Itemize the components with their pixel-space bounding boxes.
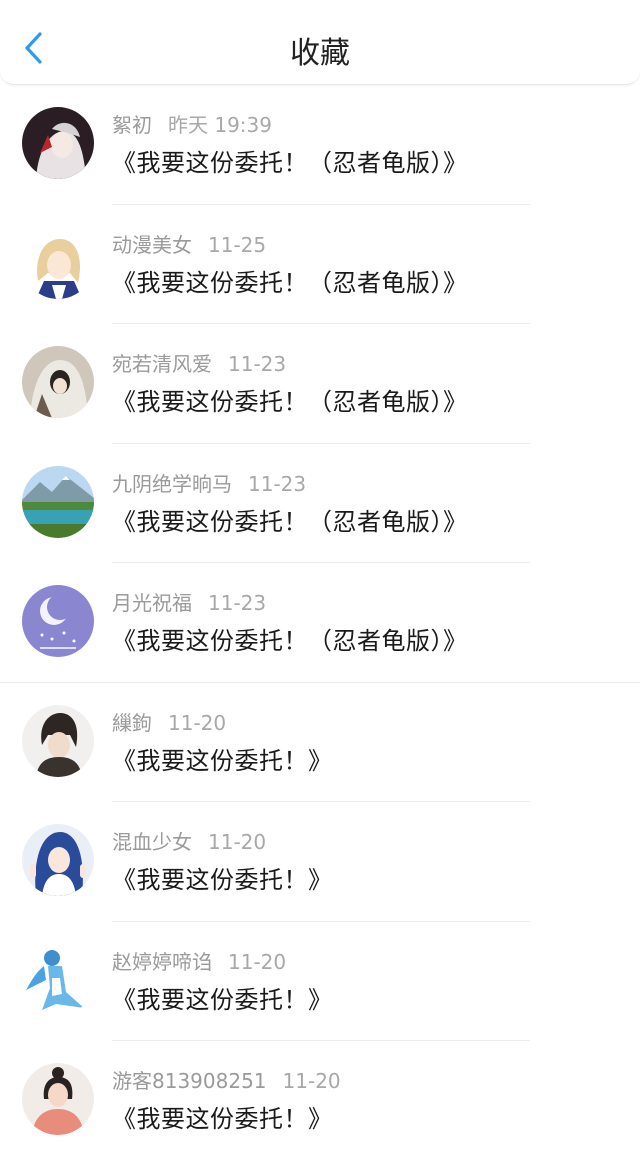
favorite-item[interactable]: 絮初 昨天 19:39 《我要这份委托！（忍者龟版）》 (0, 85, 640, 205)
avatar[interactable] (22, 226, 94, 299)
username[interactable]: 宛若清风爱 (112, 352, 212, 376)
favorite-title[interactable]: 《我要这份委托！》 (112, 980, 333, 1015)
favorite-title[interactable]: 《我要这份委托！（忍者龟版）》 (112, 502, 468, 537)
favorite-item[interactable]: 游客813908251 11-20 《我要这份委托！》 (0, 1041, 640, 1161)
username[interactable]: 赵婷婷啼诌 (112, 950, 212, 974)
favorite-item[interactable]: 动漫美女 11-25 《我要这份委托！（忍者龟版）》 (0, 205, 640, 324)
timestamp: 11-23 (228, 352, 287, 376)
favorite-item[interactable]: 九阴绝学晌马 11-23 《我要这份委托！（忍者龟版）》 (0, 444, 640, 563)
avatar[interactable] (22, 824, 94, 896)
avatar[interactable] (22, 943, 94, 1016)
favorites-list: 絮初 昨天 19:39 《我要这份委托！（忍者龟版）》 动漫美女 11-25 《我要… (0, 85, 640, 1161)
app-header: 收藏 (0, 0, 640, 85)
item-meta: 月光祝福 11-23 (112, 587, 266, 616)
favorite-item[interactable]: 月光祝福 11-23 《我要这份委托！（忍者龟版）》 (0, 563, 640, 683)
favorite-item[interactable]: 繅鉤 11-20 《我要这份委托！》 (0, 683, 640, 802)
timestamp: 11-20 (208, 830, 267, 854)
favorite-title[interactable]: 《我要这份委托！（忍者龟版）》 (112, 263, 468, 298)
timestamp: 11-25 (208, 232, 267, 257)
item-meta: 混血少女 11-20 (112, 826, 266, 855)
username[interactable]: 絮初 (112, 113, 152, 137)
favorite-title[interactable]: 《我要这份委托！》 (112, 860, 333, 895)
username[interactable]: 月光祝福 (112, 591, 192, 615)
username[interactable]: 动漫美女 (112, 233, 192, 257)
avatar[interactable] (22, 465, 94, 538)
favorite-item[interactable]: 混血少女 11-20 《我要这份委托！》 (0, 802, 640, 922)
timestamp: 11-23 (208, 591, 267, 615)
username[interactable]: 九阴绝学晌马 (112, 472, 232, 496)
avatar[interactable] (22, 346, 94, 418)
avatar[interactable] (22, 1063, 94, 1135)
item-meta: 絮初 昨天 19:39 (112, 109, 272, 138)
favorite-title[interactable]: 《我要这份委托！（忍者龟版）》 (112, 621, 468, 656)
username[interactable]: 繅鉤 (112, 711, 152, 735)
timestamp: 11-20 (168, 710, 227, 735)
username[interactable]: 混血少女 (112, 830, 192, 854)
username[interactable]: 游客813908251 (112, 1069, 267, 1093)
favorite-title[interactable]: 《我要这份委托！（忍者龟版）》 (112, 143, 468, 178)
item-meta: 游客813908251 11-20 (112, 1065, 341, 1094)
item-meta: 动漫美女 11-25 (112, 229, 266, 258)
timestamp: 11-20 (228, 949, 287, 974)
item-meta: 繅鉤 11-20 (112, 707, 226, 736)
timestamp: 昨天 19:39 (168, 113, 272, 137)
favorite-title[interactable]: 《我要这份委托！》 (112, 741, 333, 776)
favorite-title[interactable]: 《我要这份委托！》 (112, 1099, 333, 1134)
favorite-item[interactable]: 赵婷婷啼诌 11-20 《我要这份委托！》 (0, 922, 640, 1041)
avatar[interactable] (22, 585, 94, 657)
timestamp: 11-20 (282, 1069, 341, 1093)
avatar[interactable] (22, 107, 94, 179)
favorite-item[interactable]: 宛若清风爱 11-23 《我要这份委托！（忍者龟版）》 (0, 324, 640, 444)
item-meta: 宛若清风爱 11-23 (112, 348, 286, 377)
item-meta: 九阴绝学晌马 11-23 (112, 468, 306, 497)
item-meta: 赵婷婷啼诌 11-20 (112, 946, 286, 975)
timestamp: 11-23 (248, 471, 307, 496)
favorite-title[interactable]: 《我要这份委托！（忍者龟版）》 (112, 382, 468, 417)
avatar[interactable] (22, 704, 94, 777)
